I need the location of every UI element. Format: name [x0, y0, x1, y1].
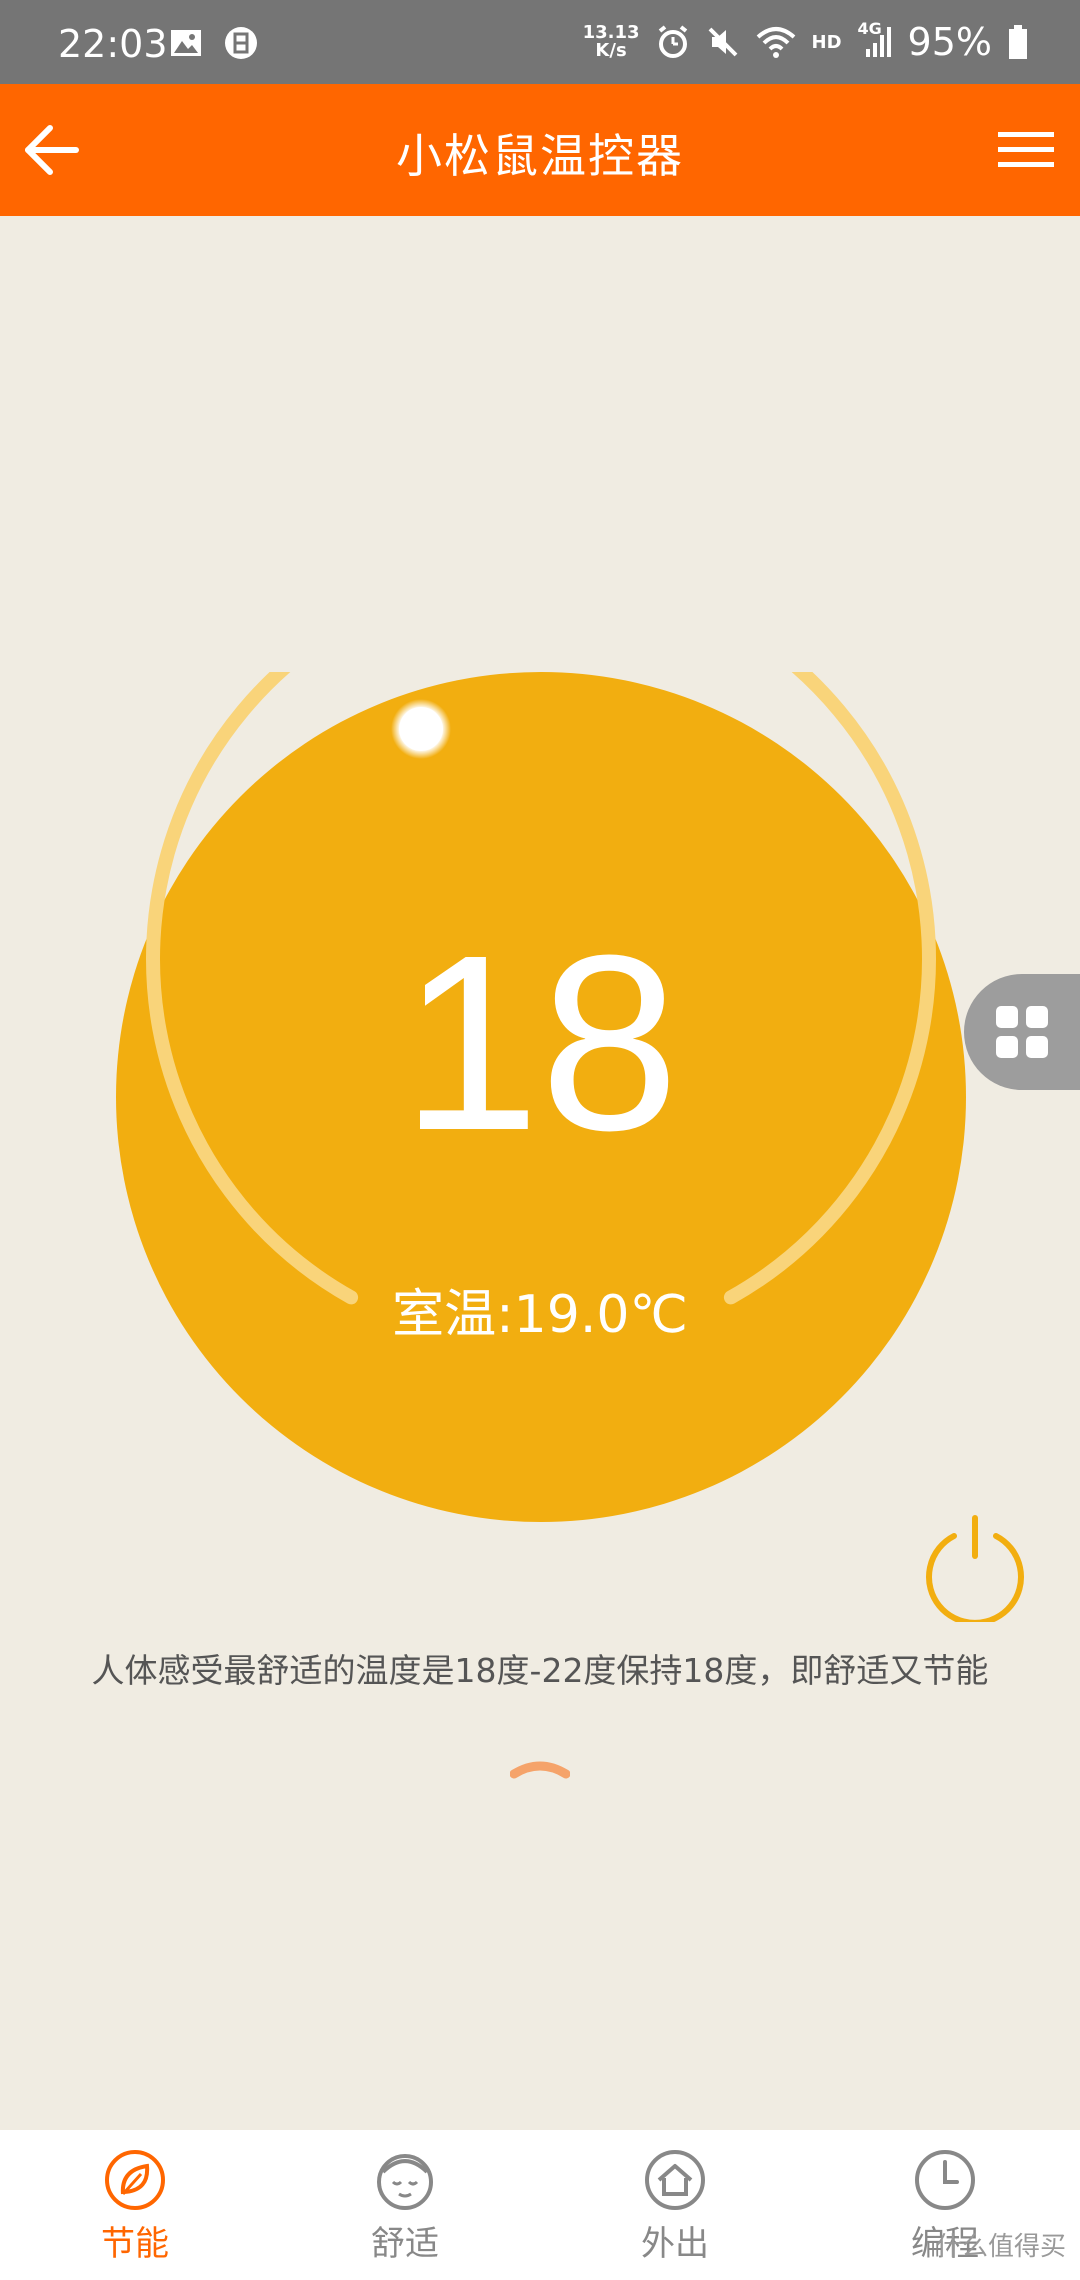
power-button-icon[interactable] [920, 1512, 1030, 1622]
nav-item-energy-saving[interactable]: 节能 [0, 2130, 270, 2280]
nav-label: 外出 [641, 2224, 709, 2264]
clock-icon [915, 2150, 975, 2210]
battery-icon [1009, 25, 1027, 59]
leaf-icon [105, 2150, 165, 2210]
net-speed: 13.13 K/s [582, 22, 640, 61]
signal-icon [865, 27, 891, 57]
nav-label: 舒适 [371, 2224, 439, 2264]
page-title: 小松鼠温控器 [396, 129, 684, 183]
bottom-nav: 节能 舒适 外出 编程 [0, 2130, 1080, 2280]
alarm-icon [658, 25, 687, 58]
nav-item-away[interactable]: 外出 [540, 2130, 810, 2280]
nav-item-comfort[interactable]: 舒适 [270, 2130, 540, 2280]
set-temperature: 18 [400, 903, 680, 1182]
chevron-up-icon[interactable] [510, 1756, 570, 1780]
watermark: 什么值得买 [935, 2232, 1066, 2262]
status-bar: 22:03 13.13 K/s HD 4G 95% [0, 0, 1080, 84]
wifi-icon [756, 27, 795, 58]
zhi-badge-icon [225, 27, 257, 59]
app-bar: 小松鼠温控器 [0, 84, 1080, 216]
status-time: 22:03 [58, 22, 168, 66]
house-icon [645, 2150, 705, 2210]
room-temperature: 室温:19.0℃ [392, 1285, 688, 1345]
grid-icon [996, 1006, 1048, 1058]
image-icon [171, 30, 201, 56]
comfort-tip: 人体感受最舒适的温度是18度-22度保持18度，即舒适又节能 [91, 1651, 989, 1690]
hd-label: HD [811, 31, 842, 53]
nav-label: 节能 [101, 2224, 169, 2264]
battery-level: 95% [907, 20, 992, 64]
mute-icon [708, 27, 737, 57]
floating-menu-button[interactable] [964, 974, 1080, 1090]
menu-icon[interactable] [998, 128, 1054, 172]
sleep-face-icon [377, 2154, 433, 2210]
